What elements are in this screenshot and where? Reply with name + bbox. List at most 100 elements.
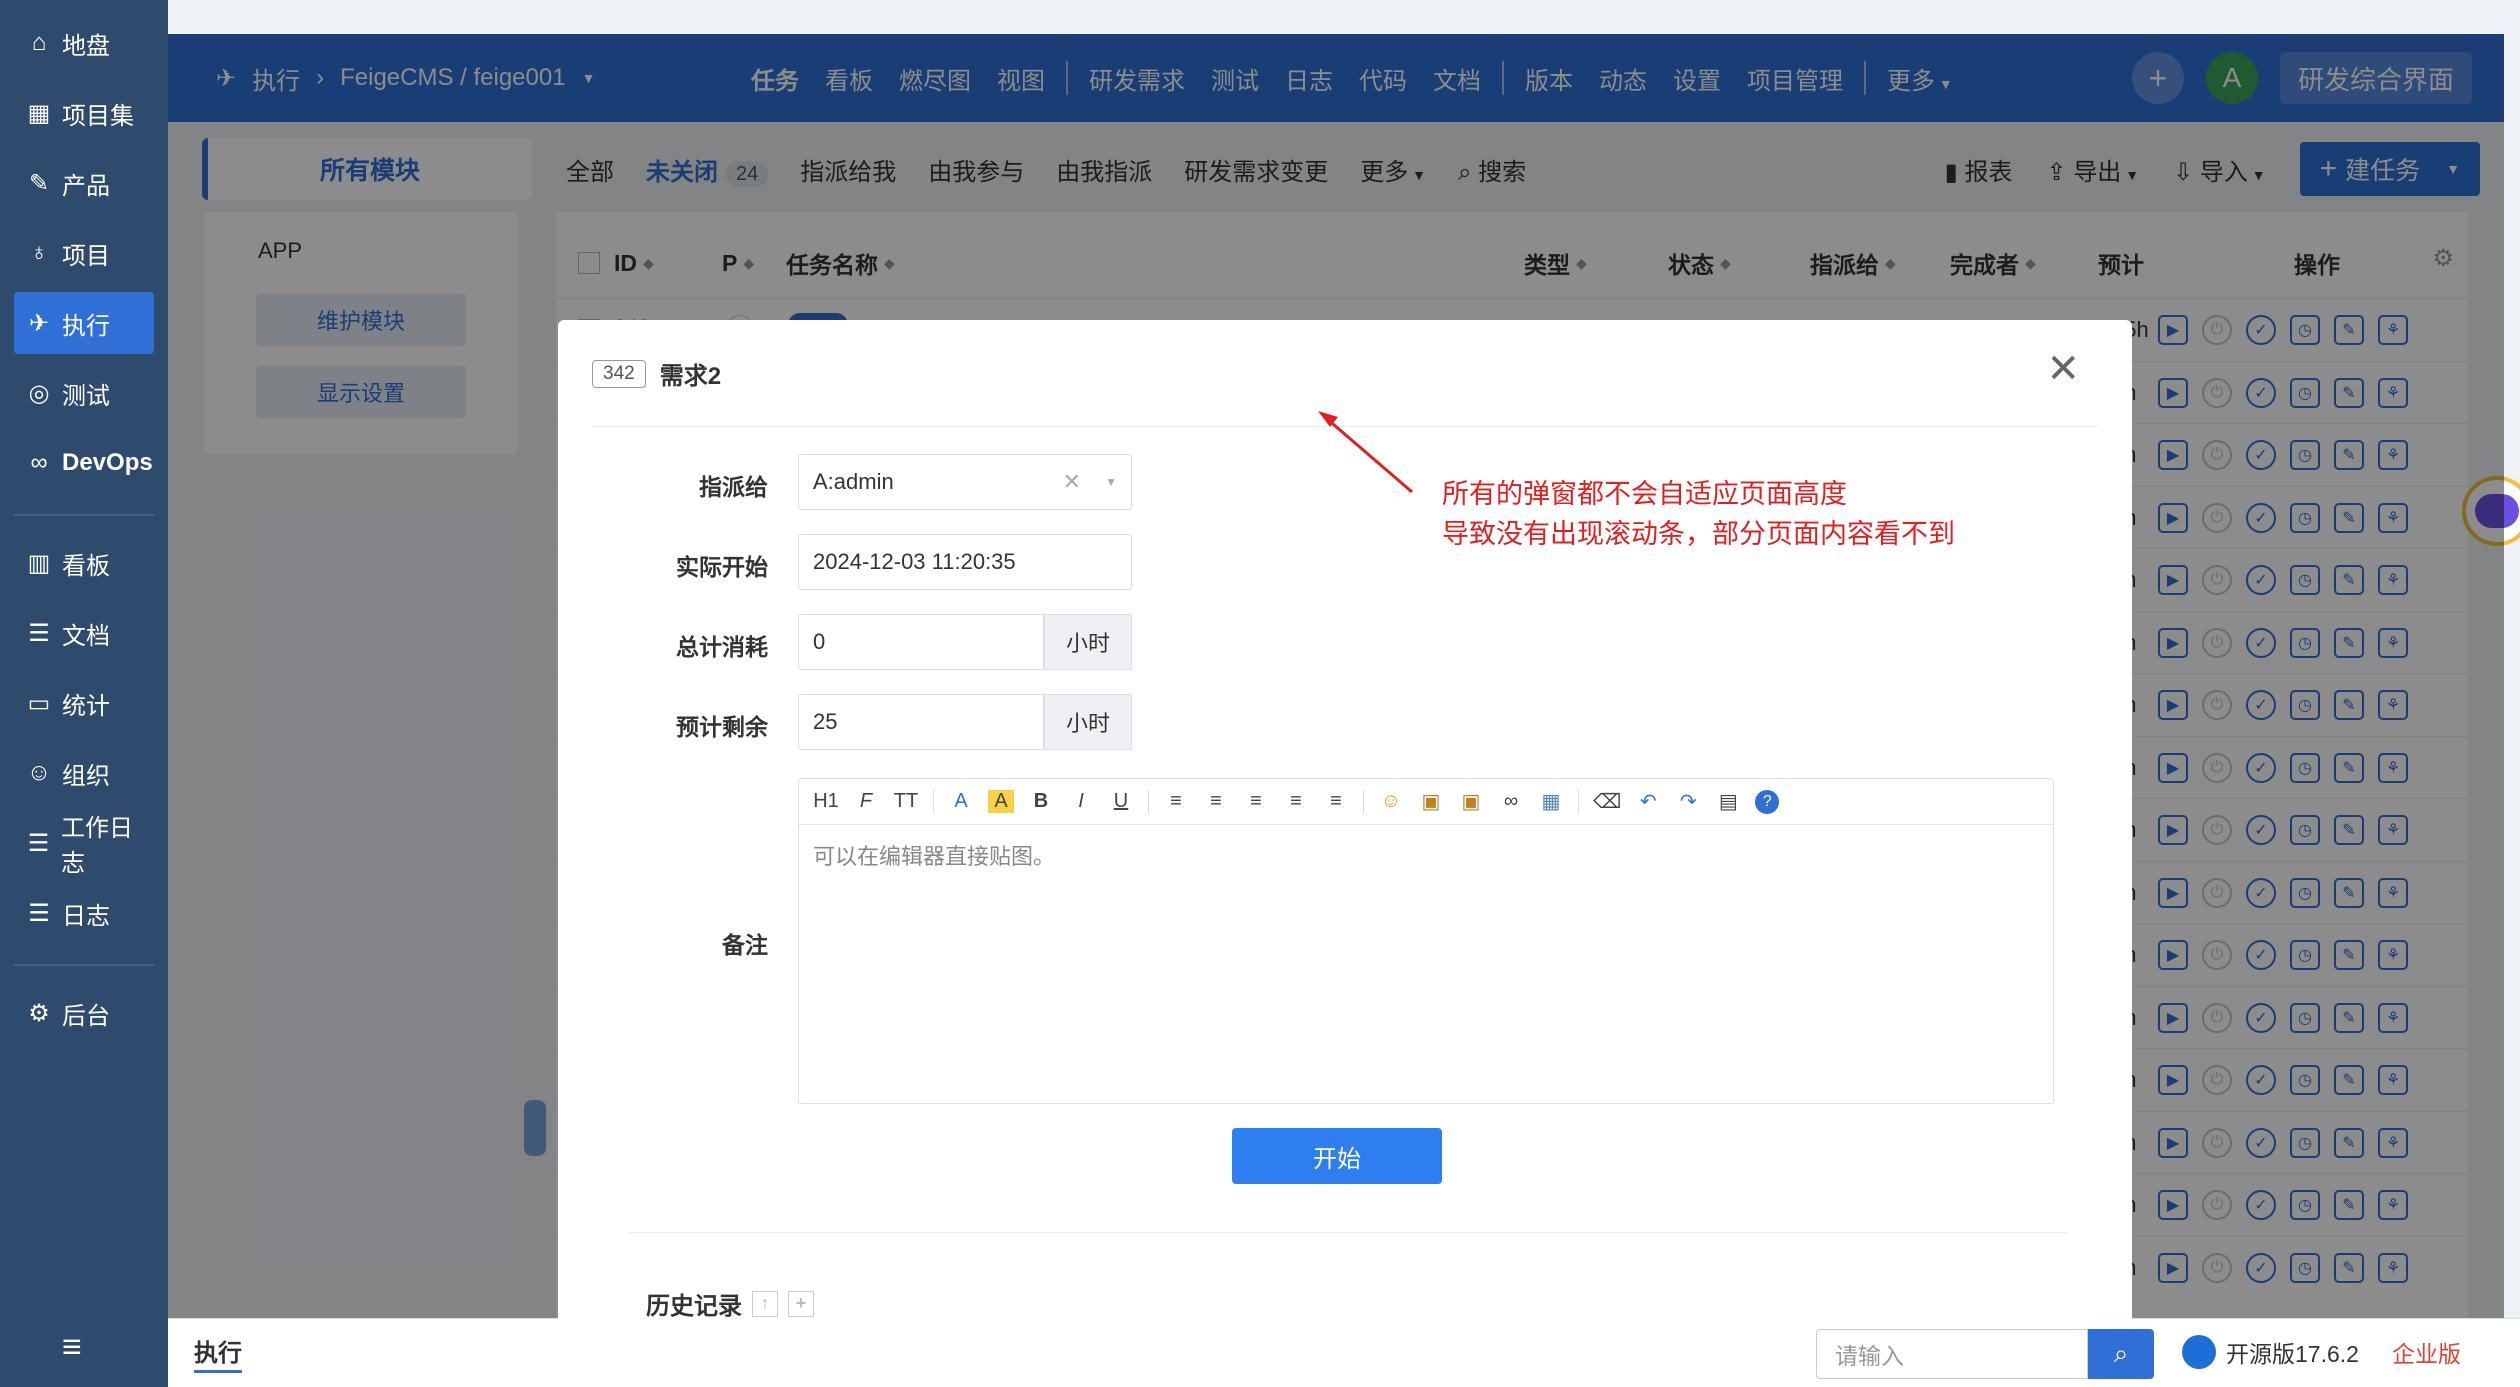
align-left-button[interactable]: ≡	[1163, 790, 1189, 813]
nav-item-product[interactable]: ✎ 产品	[14, 152, 154, 214]
nav-item-execution[interactable]: ✈ 执行	[14, 292, 154, 354]
nav-item-org[interactable]: ☺ 组织	[14, 742, 154, 804]
lightbulb-icon: ✎	[28, 169, 50, 197]
footer-search-input[interactable]: 请输入	[1816, 1329, 2088, 1379]
arrow-up-icon[interactable]: ↑	[752, 1290, 778, 1317]
start-task-modal: 342 需求2 ✕ 指派给 A:admin ✕ ▼ 实际开始 2024-12-03 …	[558, 320, 2132, 1320]
nav-item-label: 统计	[62, 692, 110, 720]
search-icon[interactable]: ⌕	[2088, 1329, 2154, 1379]
nav-item-admin[interactable]: ⚙ 后台	[14, 982, 154, 1044]
footer-bar: 执行 请输入 ⌕ 开源版17.6.2 企业版	[168, 1318, 2520, 1387]
nav-item-label: 工作日志	[60, 815, 133, 877]
nav-item-worklog[interactable]: ☰ 工作日志	[14, 812, 154, 877]
left-nav: ⌂ 地盘 ▦ 项目集 ✎ 产品 ♁ 项目 ✈ 执行 ◎ 测试 ∞ DevOps ▥ 看板 ☰ 文档…	[0, 0, 168, 1387]
consumed-label: 总计消耗	[676, 634, 768, 660]
left-input[interactable]: 25	[798, 694, 1044, 750]
actual-start-input[interactable]: 2024-12-03 11:20:35	[798, 534, 1132, 590]
history-title: 历史记录	[646, 1293, 742, 1320]
version-label: 开源版17.6.2	[2226, 1341, 2359, 1367]
gear-icon: ⚙	[28, 999, 50, 1027]
infinity-icon: ∞	[30, 449, 48, 476]
menu-collapse-icon[interactable]: ≡	[62, 1328, 82, 1367]
ordered-list-button[interactable]: ≡	[1283, 790, 1309, 813]
plus-icon[interactable]: +	[788, 1290, 814, 1317]
hours-unit: 小时	[1044, 694, 1132, 750]
table-icon[interactable]: ▦	[1538, 789, 1564, 814]
zentao-logo-icon	[2182, 1335, 2216, 1369]
toolbar-divider	[1148, 789, 1149, 814]
italic-button[interactable]: I	[1068, 790, 1094, 813]
font-color-button[interactable]: A	[948, 790, 974, 813]
consumed-input[interactable]: 0	[798, 614, 1044, 670]
editor-toolbar: H1 F TT A A B I U ≡ ≡ ≡ ≡ ≡ ☺ ▣ ▣ ∞ ▦ ⌫ …	[799, 779, 2053, 825]
eraser-icon[interactable]: ⌫	[1593, 789, 1621, 814]
bullet-list-button[interactable]: ≡	[1323, 790, 1349, 813]
nav-item-home[interactable]: ⌂ 地盘	[14, 12, 154, 74]
nav-item-label: 后台	[62, 1002, 110, 1030]
nav-item-label: 项目	[62, 242, 110, 270]
enterprise-link[interactable]: 企业版	[2392, 1335, 2461, 1369]
nav-divider	[14, 964, 154, 966]
annotation-line-2: 导致没有出现滚动条，部分页面内容看不到	[1442, 519, 1955, 549]
comment-editor[interactable]: H1 F TT A A B I U ≡ ≡ ≡ ≡ ≡ ☺ ▣ ▣ ∞ ▦ ⌫ …	[798, 778, 2054, 1104]
underline-button[interactable]: U	[1108, 790, 1134, 813]
nav-item-kanban[interactable]: ▥ 看板	[14, 532, 154, 594]
nav-item-label: 测试	[62, 382, 110, 410]
chart-icon: ▭	[27, 689, 51, 717]
align-right-button[interactable]: ≡	[1243, 790, 1269, 813]
heading-button[interactable]: H1	[813, 790, 839, 813]
assignee-select[interactable]: A:admin ✕ ▼	[798, 454, 1132, 510]
nav-item-label: 执行	[62, 312, 110, 340]
people-icon: ☺	[26, 759, 52, 786]
paste-icon[interactable]: ▤	[1715, 789, 1741, 814]
nav-divider	[14, 514, 154, 516]
emoji-icon[interactable]: ☺	[1378, 790, 1404, 813]
annotation-line-1: 所有的弹窗都不会自适应页面高度	[1442, 479, 1847, 509]
nav-item-doc[interactable]: ☰ 文档	[14, 602, 154, 664]
highlight-button[interactable]: A	[988, 790, 1014, 813]
nav-item-program[interactable]: ▦ 项目集	[14, 82, 154, 144]
redo-icon[interactable]: ↷	[1675, 789, 1701, 814]
help-icon[interactable]: ?	[1755, 789, 1780, 814]
font-family-button[interactable]: F	[853, 790, 879, 813]
history-section: 历史记录 ↑ +	[646, 1286, 814, 1320]
run-icon: ✈	[28, 309, 50, 337]
rocket-icon: ♁	[30, 239, 48, 266]
assignee-value: A:admin	[813, 469, 894, 494]
undo-icon[interactable]: ↶	[1635, 789, 1661, 814]
worklog-icon: ☰	[27, 829, 50, 857]
hours-unit: 小时	[1044, 614, 1132, 670]
font-size-button[interactable]: TT	[893, 790, 919, 813]
nav-item-label: 项目集	[62, 102, 134, 130]
media-icon[interactable]: ▣	[1458, 789, 1484, 814]
modal-divider	[592, 426, 2098, 427]
kanban-icon: ▥	[27, 549, 51, 577]
toolbar-divider	[1363, 789, 1364, 814]
nav-item-label: 地盘	[62, 32, 110, 60]
align-center-button[interactable]: ≡	[1203, 790, 1229, 813]
nav-item-devops[interactable]: ∞ DevOps	[14, 432, 154, 494]
modal-title: 需求2	[659, 363, 722, 390]
annotation-note: 所有的弹窗都不会自适应页面高度 导致没有出现滚动条，部分页面内容看不到	[1442, 474, 1955, 554]
log-icon: ☰	[28, 899, 50, 927]
home-icon: ⌂	[31, 29, 47, 56]
grid-icon: ▦	[27, 99, 51, 127]
link-icon[interactable]: ∞	[1498, 790, 1524, 813]
nav-item-project[interactable]: ♁ 项目	[14, 222, 154, 284]
clear-icon[interactable]: ✕	[1063, 469, 1081, 495]
version-info[interactable]: 开源版17.6.2	[2182, 1335, 2359, 1369]
nav-item-label: 组织	[62, 762, 110, 790]
close-icon[interactable]: ✕	[2046, 346, 2080, 392]
task-id-tag: 342	[592, 359, 646, 388]
nav-item-test[interactable]: ◎ 测试	[14, 362, 154, 424]
nav-item-log[interactable]: ☰ 日志	[14, 882, 154, 944]
nav-item-stats[interactable]: ▭ 统计	[14, 672, 154, 734]
footer-tab-execution[interactable]: 执行	[194, 1333, 242, 1373]
start-button[interactable]: 开始	[1232, 1128, 1442, 1184]
nav-item-label: 日志	[62, 902, 110, 930]
nav-item-label: DevOps	[62, 449, 153, 476]
nav-item-label: 产品	[62, 172, 110, 200]
bold-button[interactable]: B	[1028, 790, 1054, 813]
image-icon[interactable]: ▣	[1418, 789, 1444, 814]
editor-placeholder: 可以在编辑器直接贴图。	[813, 844, 1056, 869]
